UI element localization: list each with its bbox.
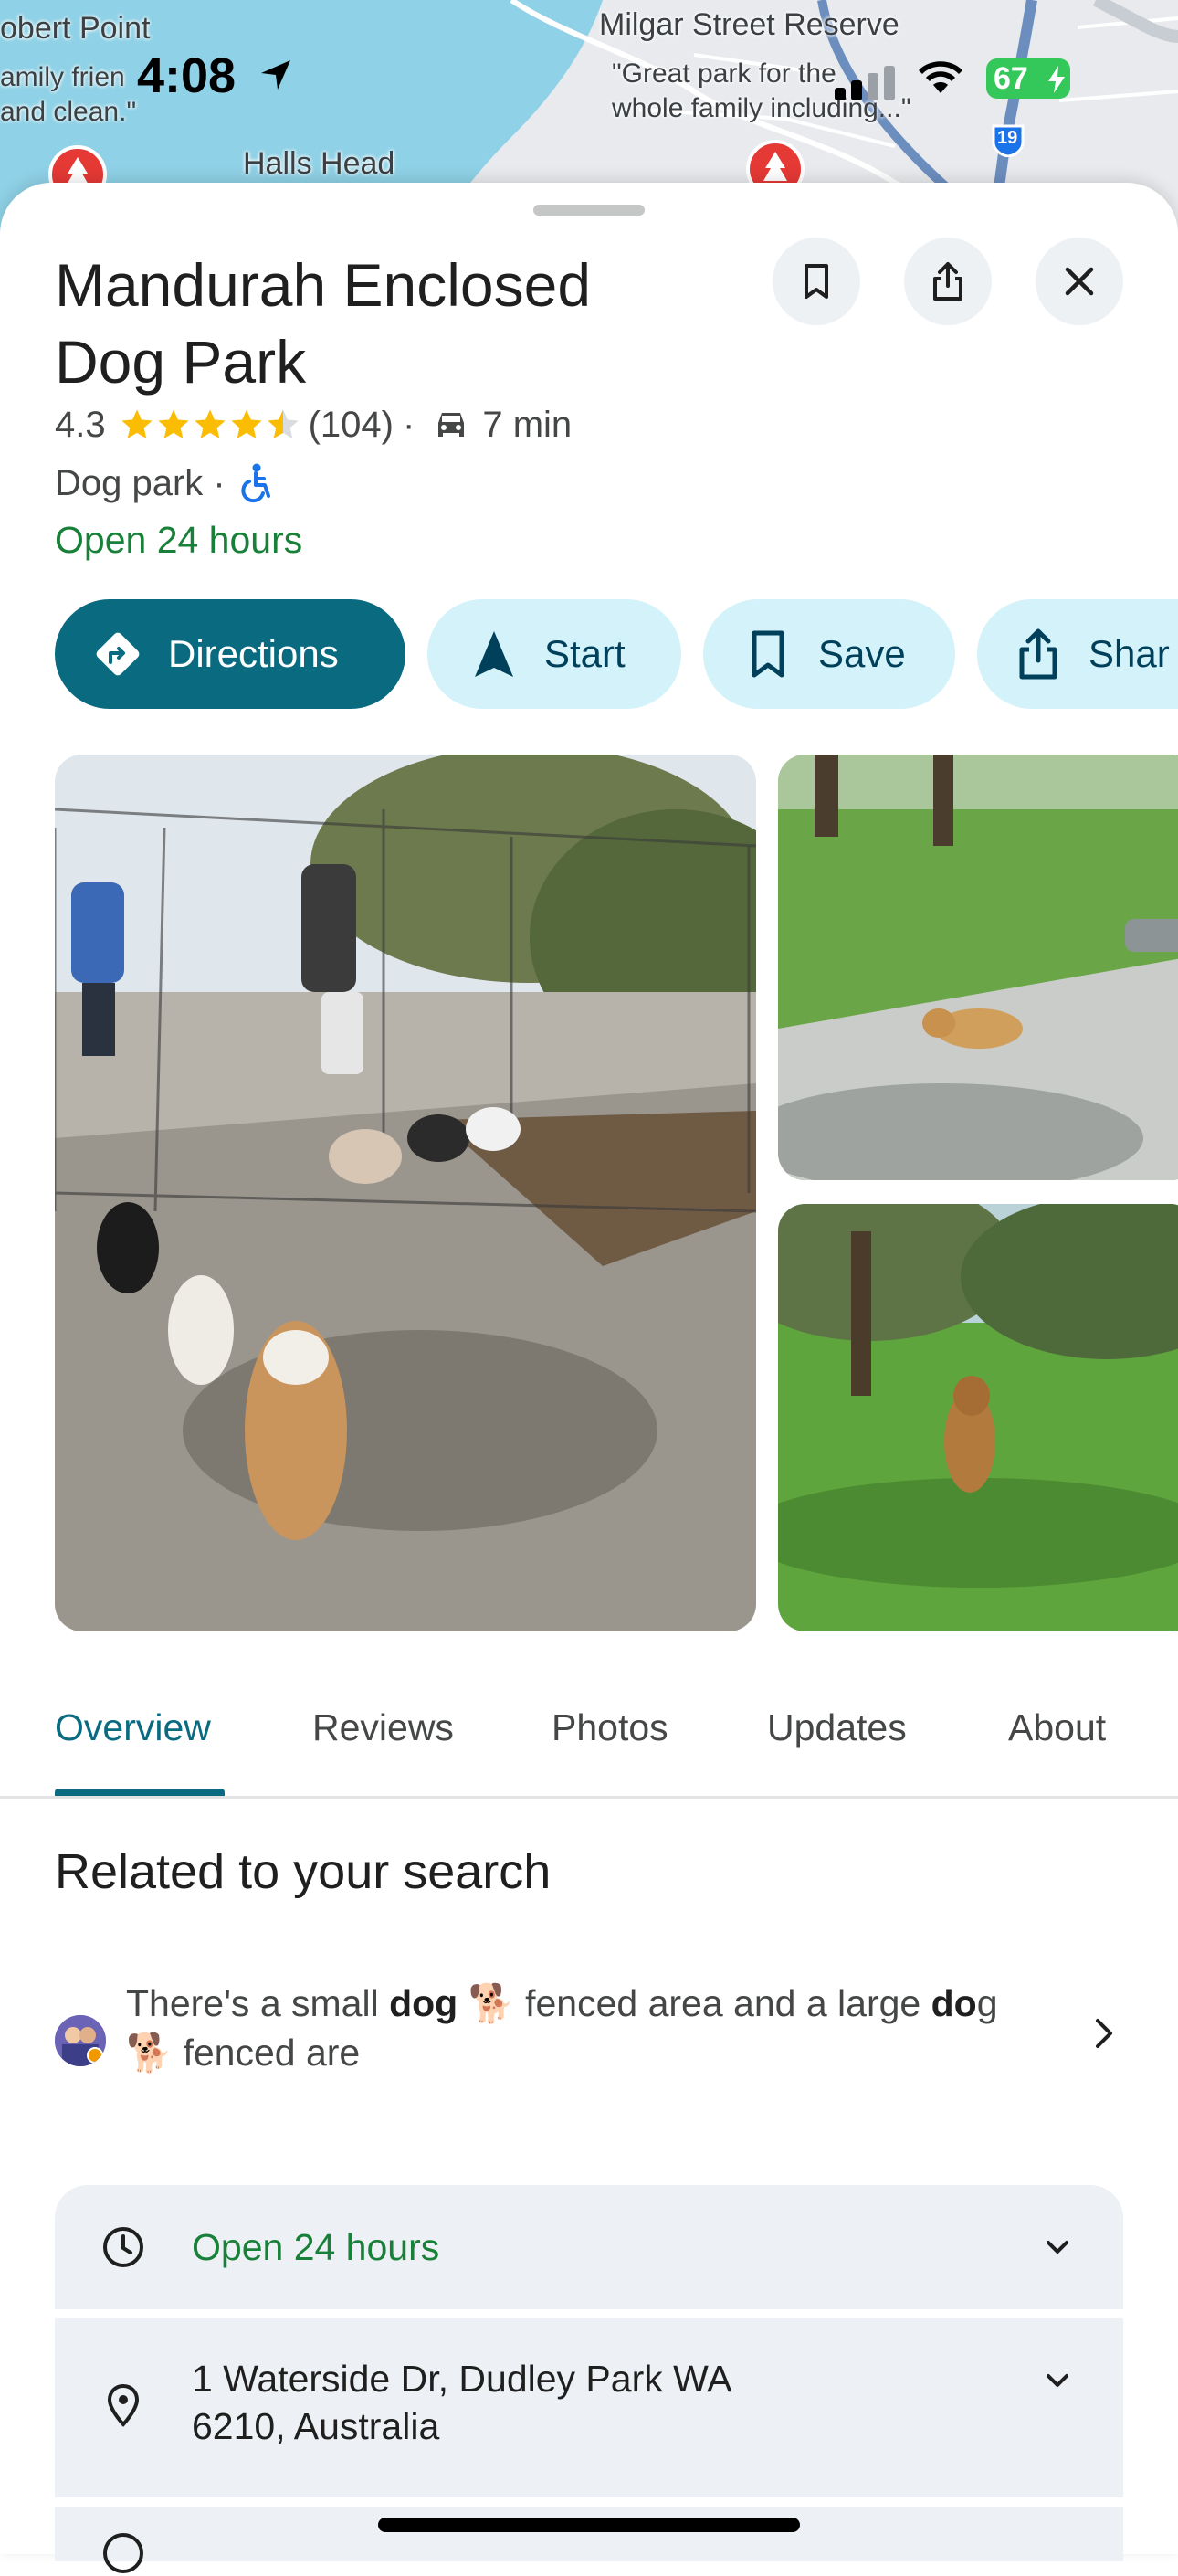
drive-time: 7 min [482,404,573,445]
rating-row[interactable]: 4.3 (104) · 7 min [55,402,572,448]
save-place-button[interactable] [773,238,860,325]
home-indicator[interactable] [378,2518,800,2532]
dog-emoji: 🐕 [468,1982,515,2024]
tab-reviews[interactable]: Reviews [312,1706,454,1749]
share-icon [933,262,962,301]
share-label: Shar [1089,632,1170,675]
save-button[interactable]: Save [703,599,955,709]
tab-updates[interactable]: Updates [767,1706,907,1749]
separator-dot: · [403,404,415,445]
save-label: Save [818,632,906,675]
related-snippet-text: There's a small dog 🐕 fenced area and a … [126,1979,1039,2077]
map-label-milgar-reserve: Milgar Street Reserve [599,7,899,42]
map-label-robert-point: obert Point [0,11,151,46]
half-star-icon [267,409,299,438]
rating-stars [119,406,301,443]
star-icon [157,409,189,438]
cellular-signal-icon [835,66,895,100]
related-review-snippet[interactable]: There's a small dog 🐕 fenced area and a … [55,1979,1123,2088]
wheelchair-accessible-icon [241,463,270,503]
star-icon [194,409,226,438]
hours-card[interactable]: Open 24 hours [55,2185,1123,2309]
main-photo[interactable] [55,755,756,1631]
close-icon [1065,267,1094,296]
tab-photos[interactable]: Photos [552,1706,668,1749]
active-tab-indicator [55,1789,225,1796]
sheet-grabber[interactable] [533,205,645,216]
snippet-part: There's a small [126,1982,390,2024]
start-label: Start [544,632,626,675]
globe-icon [103,2533,143,2573]
place-sheet: Mandurah Enclosed Dog Park 4.3 (104) · 7… [0,183,1178,2573]
star-icon [121,409,153,438]
dog-park-photo [55,755,756,1631]
next-info-card[interactable] [55,2507,1123,2573]
status-time: 4:08 [137,48,237,103]
address-card[interactable]: 1 Waterside Dr, Dudley Park WA 6210, Aus… [55,2318,1123,2497]
address-line-2: 6210, Australia [192,2405,440,2447]
place-title: Mandurah Enclosed Dog Park [55,251,592,396]
map-review-left: amily frien and clean." [0,60,136,130]
directions-icon [96,632,140,676]
navigation-arrow-icon [475,631,513,677]
place-category: Dog park · [55,462,226,503]
hours-text: Open 24 hours [192,2226,440,2268]
avatar [55,2015,106,2066]
directions-label: Directions [168,632,339,675]
chevron-down-icon [1047,2241,1068,2254]
chevron-down-icon [1047,2374,1068,2387]
snippet-part: g [976,1982,998,2024]
photo-thumb-2[interactable] [778,1204,1178,1631]
tab-overview[interactable]: Overview [55,1706,211,1749]
reviewer-avatar-image [55,2015,106,2066]
close-button[interactable] [1036,238,1123,325]
snippet-bold: dog [389,1982,458,2024]
rating-value: 4.3 [55,404,106,445]
photo-thumb-1[interactable] [778,755,1178,1180]
star-icon [230,409,262,438]
location-services-icon [261,60,290,90]
related-heading: Related to your search [55,1844,552,1899]
tab-about[interactable]: About [1008,1706,1106,1749]
review-count: (104) [308,404,394,445]
category-row: Dog park · [55,460,273,506]
route-number: 19 [997,128,1018,148]
charging-bolt-icon [1048,66,1065,93]
start-button[interactable]: Start [427,599,681,709]
share-icon [1019,628,1057,680]
snippet-bold: do [931,1982,977,2024]
address-line-1: 1 Waterside Dr, Dudley Park WA [192,2358,732,2400]
share-place-button[interactable] [904,238,992,325]
wifi-icon [919,61,962,93]
car-icon [438,413,465,437]
location-pin-icon [107,2383,140,2427]
bookmark-icon [805,264,828,299]
directions-button[interactable]: Directions [55,599,405,709]
bookmark-icon [752,630,784,678]
map-review-left-line1: amily frien [0,62,125,92]
snippet-part: fenced are [173,2032,361,2074]
map-label-halls-head: Halls Head [243,146,395,181]
map-review-left-line2: and clean." [0,97,137,127]
share-button[interactable]: Shar [977,599,1178,709]
battery-level: 67 [994,60,1028,96]
dog-on-grass-photo [778,1204,1178,1631]
action-chips: Directions Start Save Shar [55,599,1178,709]
chevron-right-icon [1096,2019,1112,2048]
open-hours-status: Open 24 hours [55,519,303,561]
place-tabs: Overview Reviews Photos Updates About [0,1663,1178,1799]
address-text: 1 Waterside Dr, Dudley Park WA 6210, Aus… [192,2355,732,2450]
clock-icon [103,2227,143,2267]
dog-emoji: 🐕 [126,2032,174,2074]
puppy-photo [778,755,1178,1180]
snippet-part: fenced area and a large [514,1982,931,2024]
